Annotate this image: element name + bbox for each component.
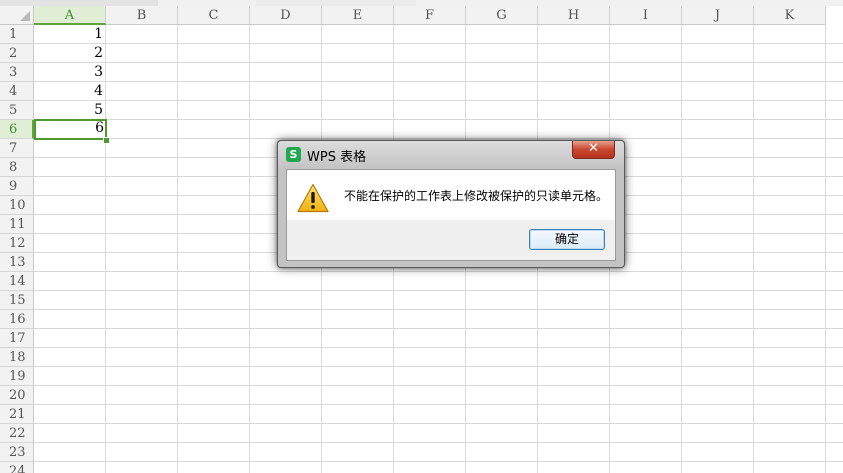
- row-header-8[interactable]: 8: [0, 158, 34, 177]
- dialog-titlebar[interactable]: S WPS 表格 ✕: [278, 141, 624, 168]
- row-header-11[interactable]: 11: [0, 215, 34, 234]
- gridline-horizontal: [34, 62, 843, 63]
- gridline-horizontal: [34, 404, 843, 405]
- gridline-horizontal: [34, 423, 843, 424]
- wps-app-icon: S: [286, 147, 301, 162]
- column-header-j[interactable]: J: [682, 6, 754, 25]
- row-header-3[interactable]: 3: [0, 63, 34, 82]
- cell-a1[interactable]: 1: [34, 25, 106, 44]
- gridline-vertical: [681, 25, 682, 473]
- gridline-vertical: [753, 25, 754, 473]
- gridline-horizontal: [34, 138, 843, 139]
- column-headers: ABCDEFGHIJK: [34, 6, 843, 25]
- row-header-14[interactable]: 14: [0, 272, 34, 291]
- gridline-horizontal: [34, 385, 843, 386]
- gridline-vertical: [177, 25, 178, 473]
- cell-a4[interactable]: 4: [34, 82, 106, 101]
- column-header-g[interactable]: G: [466, 6, 538, 25]
- dialog-message: 不能在保护的工作表上修改被保护的只读单元格。: [344, 189, 609, 203]
- gridline-horizontal: [34, 100, 843, 101]
- gridline-horizontal: [34, 271, 843, 272]
- cell-a5[interactable]: 5: [34, 101, 106, 120]
- select-all-icon: [20, 11, 30, 21]
- gridline-horizontal: [34, 442, 843, 443]
- cell-a6[interactable]: 6: [34, 119, 107, 140]
- row-header-6[interactable]: 6: [0, 120, 34, 139]
- row-header-2[interactable]: 2: [0, 44, 34, 63]
- column-header-c[interactable]: C: [178, 6, 250, 25]
- warning-triangle-icon: [297, 183, 329, 213]
- gridline-horizontal: [34, 309, 843, 310]
- row-header-9[interactable]: 9: [0, 177, 34, 196]
- close-button[interactable]: ✕: [572, 141, 615, 159]
- gridline-horizontal: [34, 81, 843, 82]
- row-header-22[interactable]: 22: [0, 424, 34, 443]
- close-icon: ✕: [588, 141, 599, 156]
- dialog-title: WPS 表格: [307, 150, 367, 165]
- row-header-23[interactable]: 23: [0, 443, 34, 462]
- message-area: 不能在保护的工作表上修改被保护的只读单元格。: [287, 170, 615, 220]
- row-header-5[interactable]: 5: [0, 101, 34, 120]
- column-header-a[interactable]: A: [34, 6, 106, 25]
- cell-a3[interactable]: 3: [34, 63, 106, 82]
- row-header-15[interactable]: 15: [0, 291, 34, 310]
- gridline-horizontal: [34, 43, 843, 44]
- gridline-horizontal: [34, 328, 843, 329]
- row-header-17[interactable]: 17: [0, 329, 34, 348]
- row-header-16[interactable]: 16: [0, 310, 34, 329]
- column-header-i[interactable]: I: [610, 6, 682, 25]
- gridline-horizontal: [34, 347, 843, 348]
- gridline-horizontal: [34, 366, 843, 367]
- ok-button[interactable]: 确定: [529, 229, 605, 250]
- row-header-19[interactable]: 19: [0, 367, 34, 386]
- row-header-21[interactable]: 21: [0, 405, 34, 424]
- column-header-f[interactable]: F: [394, 6, 466, 25]
- gridline-horizontal: [34, 461, 843, 462]
- gridline-horizontal: [34, 119, 843, 120]
- select-all-corner[interactable]: [0, 6, 34, 25]
- column-header-b[interactable]: B: [106, 6, 178, 25]
- row-header-20[interactable]: 20: [0, 386, 34, 405]
- fill-handle[interactable]: [103, 137, 110, 144]
- cell-a2[interactable]: 2: [34, 44, 106, 63]
- row-header-13[interactable]: 13: [0, 253, 34, 272]
- column-header-d[interactable]: D: [250, 6, 322, 25]
- gridline-vertical: [825, 25, 826, 473]
- row-header-7[interactable]: 7: [0, 139, 34, 158]
- row-header-1[interactable]: 1: [0, 25, 34, 44]
- gridline-horizontal: [34, 290, 843, 291]
- row-header-18[interactable]: 18: [0, 348, 34, 367]
- gridline-vertical: [249, 25, 250, 473]
- row-header-24[interactable]: 24: [0, 462, 34, 473]
- column-header-k[interactable]: K: [754, 6, 826, 25]
- row-header-4[interactable]: 4: [0, 82, 34, 101]
- row-header-10[interactable]: 10: [0, 196, 34, 215]
- row-header-12[interactable]: 12: [0, 234, 34, 253]
- column-header-h[interactable]: H: [538, 6, 610, 25]
- protected-sheet-dialog: S WPS 表格 ✕ 不能在保护的工作表上修改被保护的只读单元格。 确定: [277, 140, 625, 268]
- dialog-content: 不能在保护的工作表上修改被保护的只读单元格。 确定: [286, 169, 616, 261]
- column-header-e[interactable]: E: [322, 6, 394, 25]
